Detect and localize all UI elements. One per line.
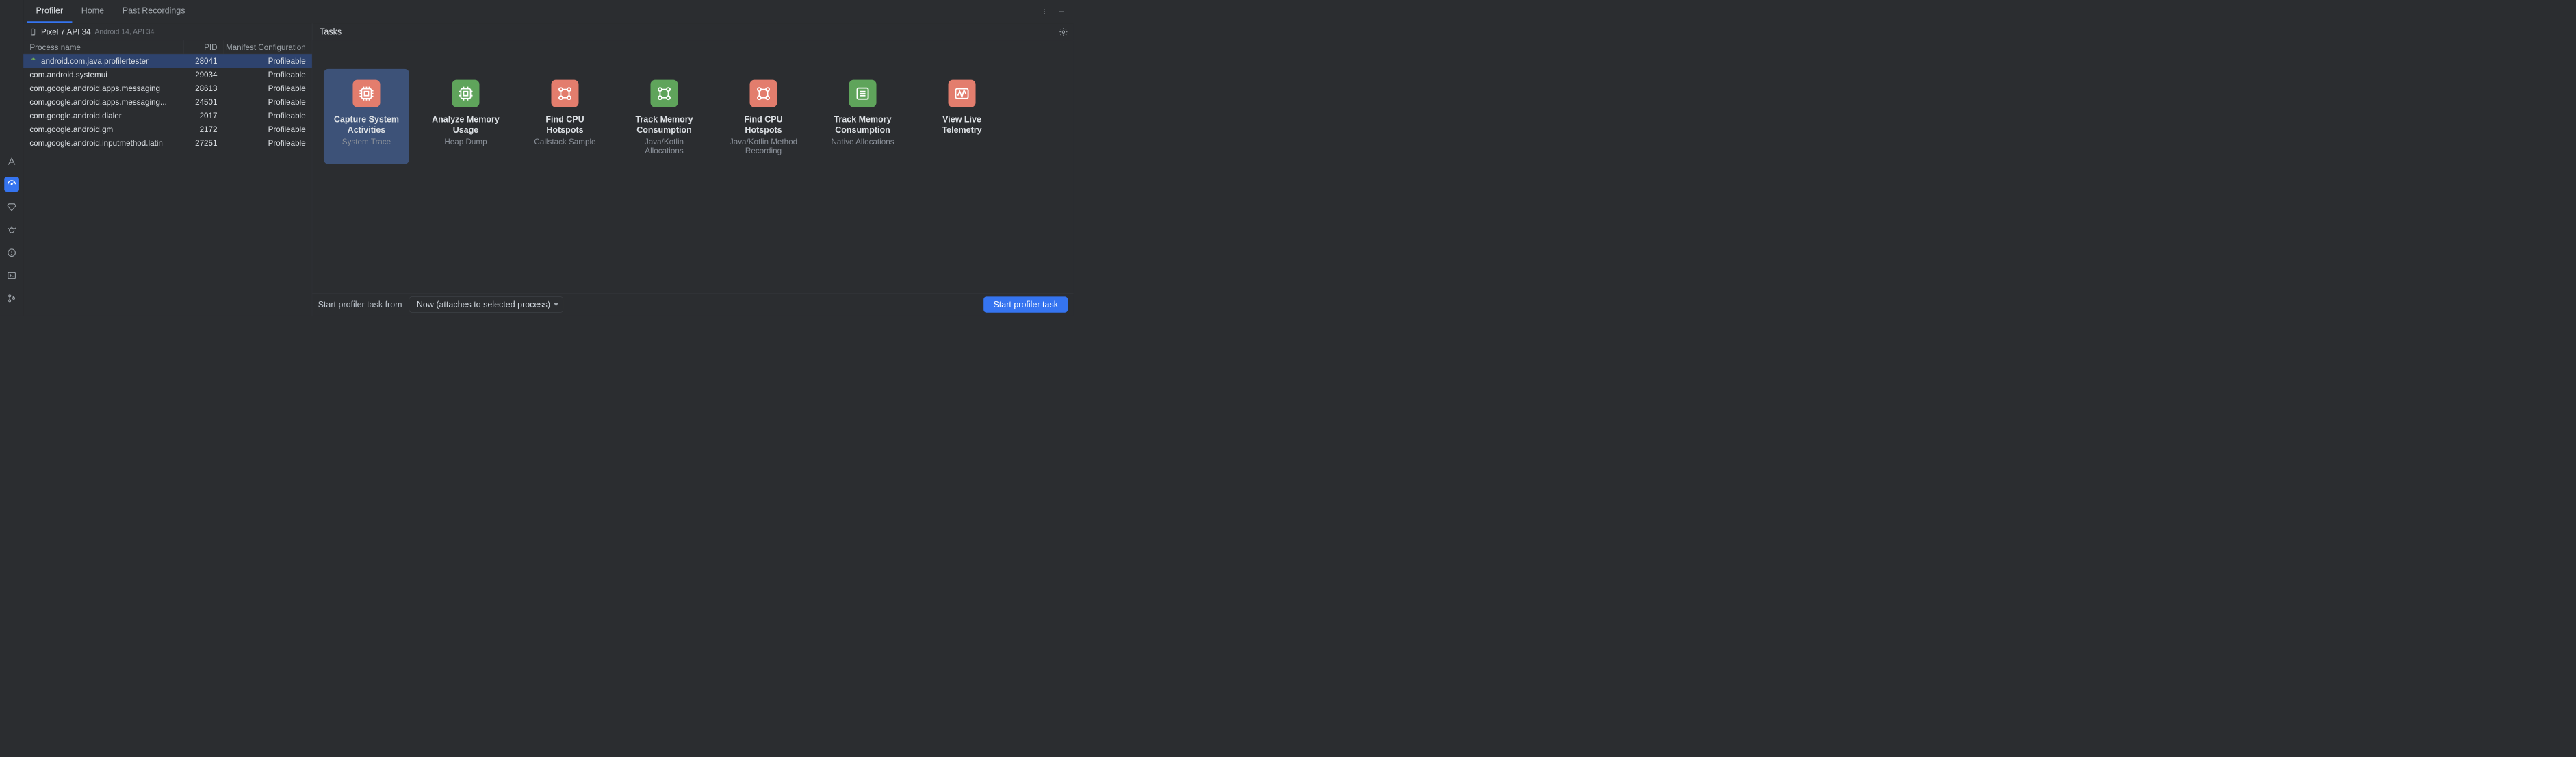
process-header: Process name PID Manifest Configuration bbox=[23, 40, 312, 54]
process-manifest: Profileable bbox=[224, 81, 312, 95]
process-row[interactable]: com.google.android.gm 2172Profileable bbox=[23, 123, 312, 136]
rail-icon-profiler[interactable] bbox=[4, 177, 19, 192]
process-name: com.google.android.apps.messaging... bbox=[29, 98, 166, 107]
task-title: Track Memory Consumption bbox=[627, 114, 701, 136]
rail-icon-git[interactable] bbox=[4, 291, 19, 306]
process-name: com.android.systemui bbox=[29, 70, 107, 79]
task-card[interactable]: Track Memory ConsumptionJava/Kotlin Allo… bbox=[621, 69, 707, 164]
process-pid: 2172 bbox=[183, 123, 223, 136]
process-manifest: Profileable bbox=[224, 123, 312, 136]
task-subtitle: System Trace bbox=[342, 137, 391, 146]
process-manifest: Profileable bbox=[224, 136, 312, 150]
tree-icon bbox=[551, 80, 578, 107]
process-name: com.google.android.inputmethod.latin bbox=[29, 139, 163, 148]
rail-icon-design[interactable] bbox=[4, 154, 19, 169]
col-process-name[interactable]: Process name bbox=[23, 40, 183, 54]
device-icon bbox=[29, 28, 38, 36]
process-manifest: Profileable bbox=[224, 95, 312, 109]
process-pid: 24501 bbox=[183, 95, 223, 109]
rail-icon-warning[interactable] bbox=[4, 245, 19, 260]
process-name: android.com.java.profilertester bbox=[41, 57, 149, 66]
topbar: Profiler Home Past Recordings bbox=[23, 0, 1073, 23]
process-pid: 28041 bbox=[183, 54, 223, 68]
process-row[interactable]: com.google.android.apps.messaging 28613Pr… bbox=[23, 81, 312, 95]
device-row: Pixel 7 API 34 Android 14, API 34 Tasks bbox=[23, 23, 1073, 40]
task-subtitle: Heap Dump bbox=[444, 137, 487, 146]
wave-icon bbox=[949, 80, 976, 107]
task-title: Find CPU Hotspots bbox=[726, 114, 800, 136]
task-card[interactable]: View Live Telemetry bbox=[919, 69, 1005, 164]
rail-icon-bug[interactable] bbox=[4, 222, 19, 238]
tree-icon bbox=[750, 80, 777, 107]
rail-icon-diamond[interactable] bbox=[4, 200, 19, 215]
task-card[interactable]: Capture System ActivitiesSystem Trace bbox=[324, 69, 409, 164]
process-name: com.google.android.dialer bbox=[29, 112, 121, 120]
more-icon[interactable] bbox=[1035, 0, 1053, 23]
process-name: com.google.android.gm bbox=[29, 125, 113, 134]
task-card[interactable]: Find CPU HotspotsJava/Kotlin Method Reco… bbox=[721, 69, 806, 164]
tab-past-recordings[interactable]: Past Recordings bbox=[113, 0, 194, 23]
minimize-icon[interactable] bbox=[1053, 0, 1070, 23]
process-manifest: Profileable bbox=[224, 68, 312, 81]
list-icon bbox=[849, 80, 877, 107]
tab-home[interactable]: Home bbox=[72, 0, 113, 23]
process-name: com.google.android.apps.messaging bbox=[29, 84, 160, 93]
device-api: Android 14, API 34 bbox=[94, 27, 154, 36]
process-row[interactable]: com.android.systemui 29034Profileable bbox=[23, 68, 312, 81]
task-title: View Live Telemetry bbox=[925, 114, 999, 136]
tool-rail bbox=[0, 0, 23, 316]
cpu-icon bbox=[352, 80, 380, 107]
chip-icon bbox=[452, 80, 479, 107]
device-name: Pixel 7 API 34 bbox=[41, 27, 91, 36]
task-card[interactable]: Find CPU HotspotsCallstack Sample bbox=[522, 69, 608, 164]
process-manifest: Profileable bbox=[224, 109, 312, 123]
process-row[interactable]: android.com.java.profilertester 28041Prof… bbox=[23, 54, 312, 68]
process-row[interactable]: com.google.android.dialer 2017Profileable bbox=[23, 109, 312, 123]
task-title: Find CPU Hotspots bbox=[528, 114, 602, 136]
gear-icon[interactable] bbox=[1053, 23, 1073, 40]
footer-label: Start profiler task from bbox=[318, 300, 402, 309]
task-title: Track Memory Consumption bbox=[825, 114, 899, 136]
task-pane: Capture System ActivitiesSystem TraceAna… bbox=[312, 40, 1073, 316]
task-title: Capture System Activities bbox=[329, 114, 403, 136]
task-card[interactable]: Track Memory ConsumptionNative Allocatio… bbox=[820, 69, 905, 164]
process-pid: 28613 bbox=[183, 81, 223, 95]
process-pid: 2017 bbox=[183, 109, 223, 123]
start-profiler-button[interactable]: Start profiler task bbox=[983, 296, 1068, 312]
col-manifest[interactable]: Manifest Configuration bbox=[224, 40, 312, 54]
process-pid: 29034 bbox=[183, 68, 223, 81]
tree-icon bbox=[650, 80, 678, 107]
start-mode-dropdown[interactable]: Now (attaches to selected process) bbox=[409, 296, 563, 312]
footer: Start profiler task from Now (attaches t… bbox=[312, 293, 1073, 316]
task-card[interactable]: Analyze Memory UsageHeap Dump bbox=[423, 69, 508, 164]
process-pane: Process name PID Manifest Configuration … bbox=[23, 40, 312, 316]
task-subtitle: Java/Kotlin Method Recording bbox=[726, 137, 800, 155]
task-subtitle: Callstack Sample bbox=[534, 137, 595, 146]
process-pid: 27251 bbox=[183, 136, 223, 150]
task-title: Analyze Memory Usage bbox=[428, 114, 502, 136]
tab-profiler[interactable]: Profiler bbox=[27, 0, 72, 23]
process-row[interactable]: com.google.android.apps.messaging... 2450… bbox=[23, 95, 312, 109]
process-manifest: Profileable bbox=[224, 54, 312, 68]
task-subtitle: Native Allocations bbox=[831, 137, 894, 146]
task-subtitle: Java/Kotlin Allocations bbox=[627, 137, 701, 155]
process-row[interactable]: com.google.android.inputmethod.latin 2725… bbox=[23, 136, 312, 150]
tasks-heading: Tasks bbox=[312, 23, 342, 40]
col-pid[interactable]: PID bbox=[183, 40, 223, 54]
device-chip[interactable]: Pixel 7 API 34 Android 14, API 34 bbox=[23, 23, 312, 40]
rail-icon-terminal[interactable] bbox=[4, 268, 19, 283]
